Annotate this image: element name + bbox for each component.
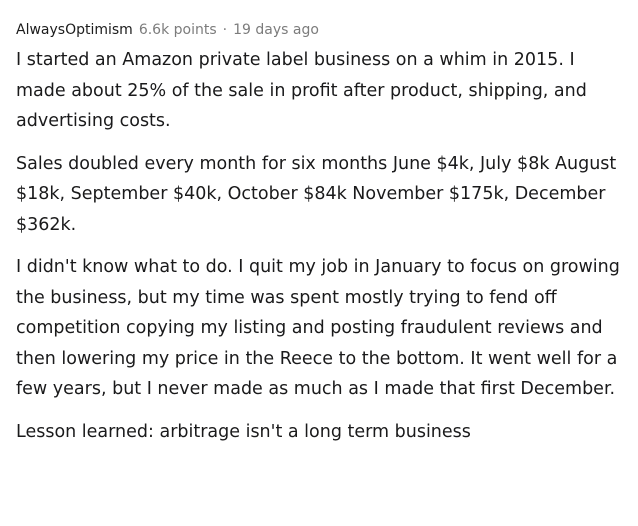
comment-paragraph: I didn't know what to do. I quit my job …	[16, 257, 620, 399]
comment-paragraph: Lesson learned: arbitrage isn't a long t…	[16, 421, 471, 442]
meta-separator: ·	[222, 22, 228, 38]
comment-paragraph: Sales doubled every month for six months…	[16, 153, 617, 235]
author-username[interactable]: AlwaysOptimism	[16, 20, 133, 40]
comment-paragraph: I started an Amazon private label busine…	[16, 50, 587, 131]
comment: AlwaysOptimism 6.6k points · 19 days ago…	[16, 20, 622, 459]
comment-meta: AlwaysOptimism 6.6k points · 19 days ago	[16, 20, 622, 40]
points-count: 6.6k points	[138, 22, 217, 38]
timestamp[interactable]: 19 days ago	[233, 20, 319, 40]
comment-body: I started an Amazon private label busine…	[16, 45, 622, 447]
